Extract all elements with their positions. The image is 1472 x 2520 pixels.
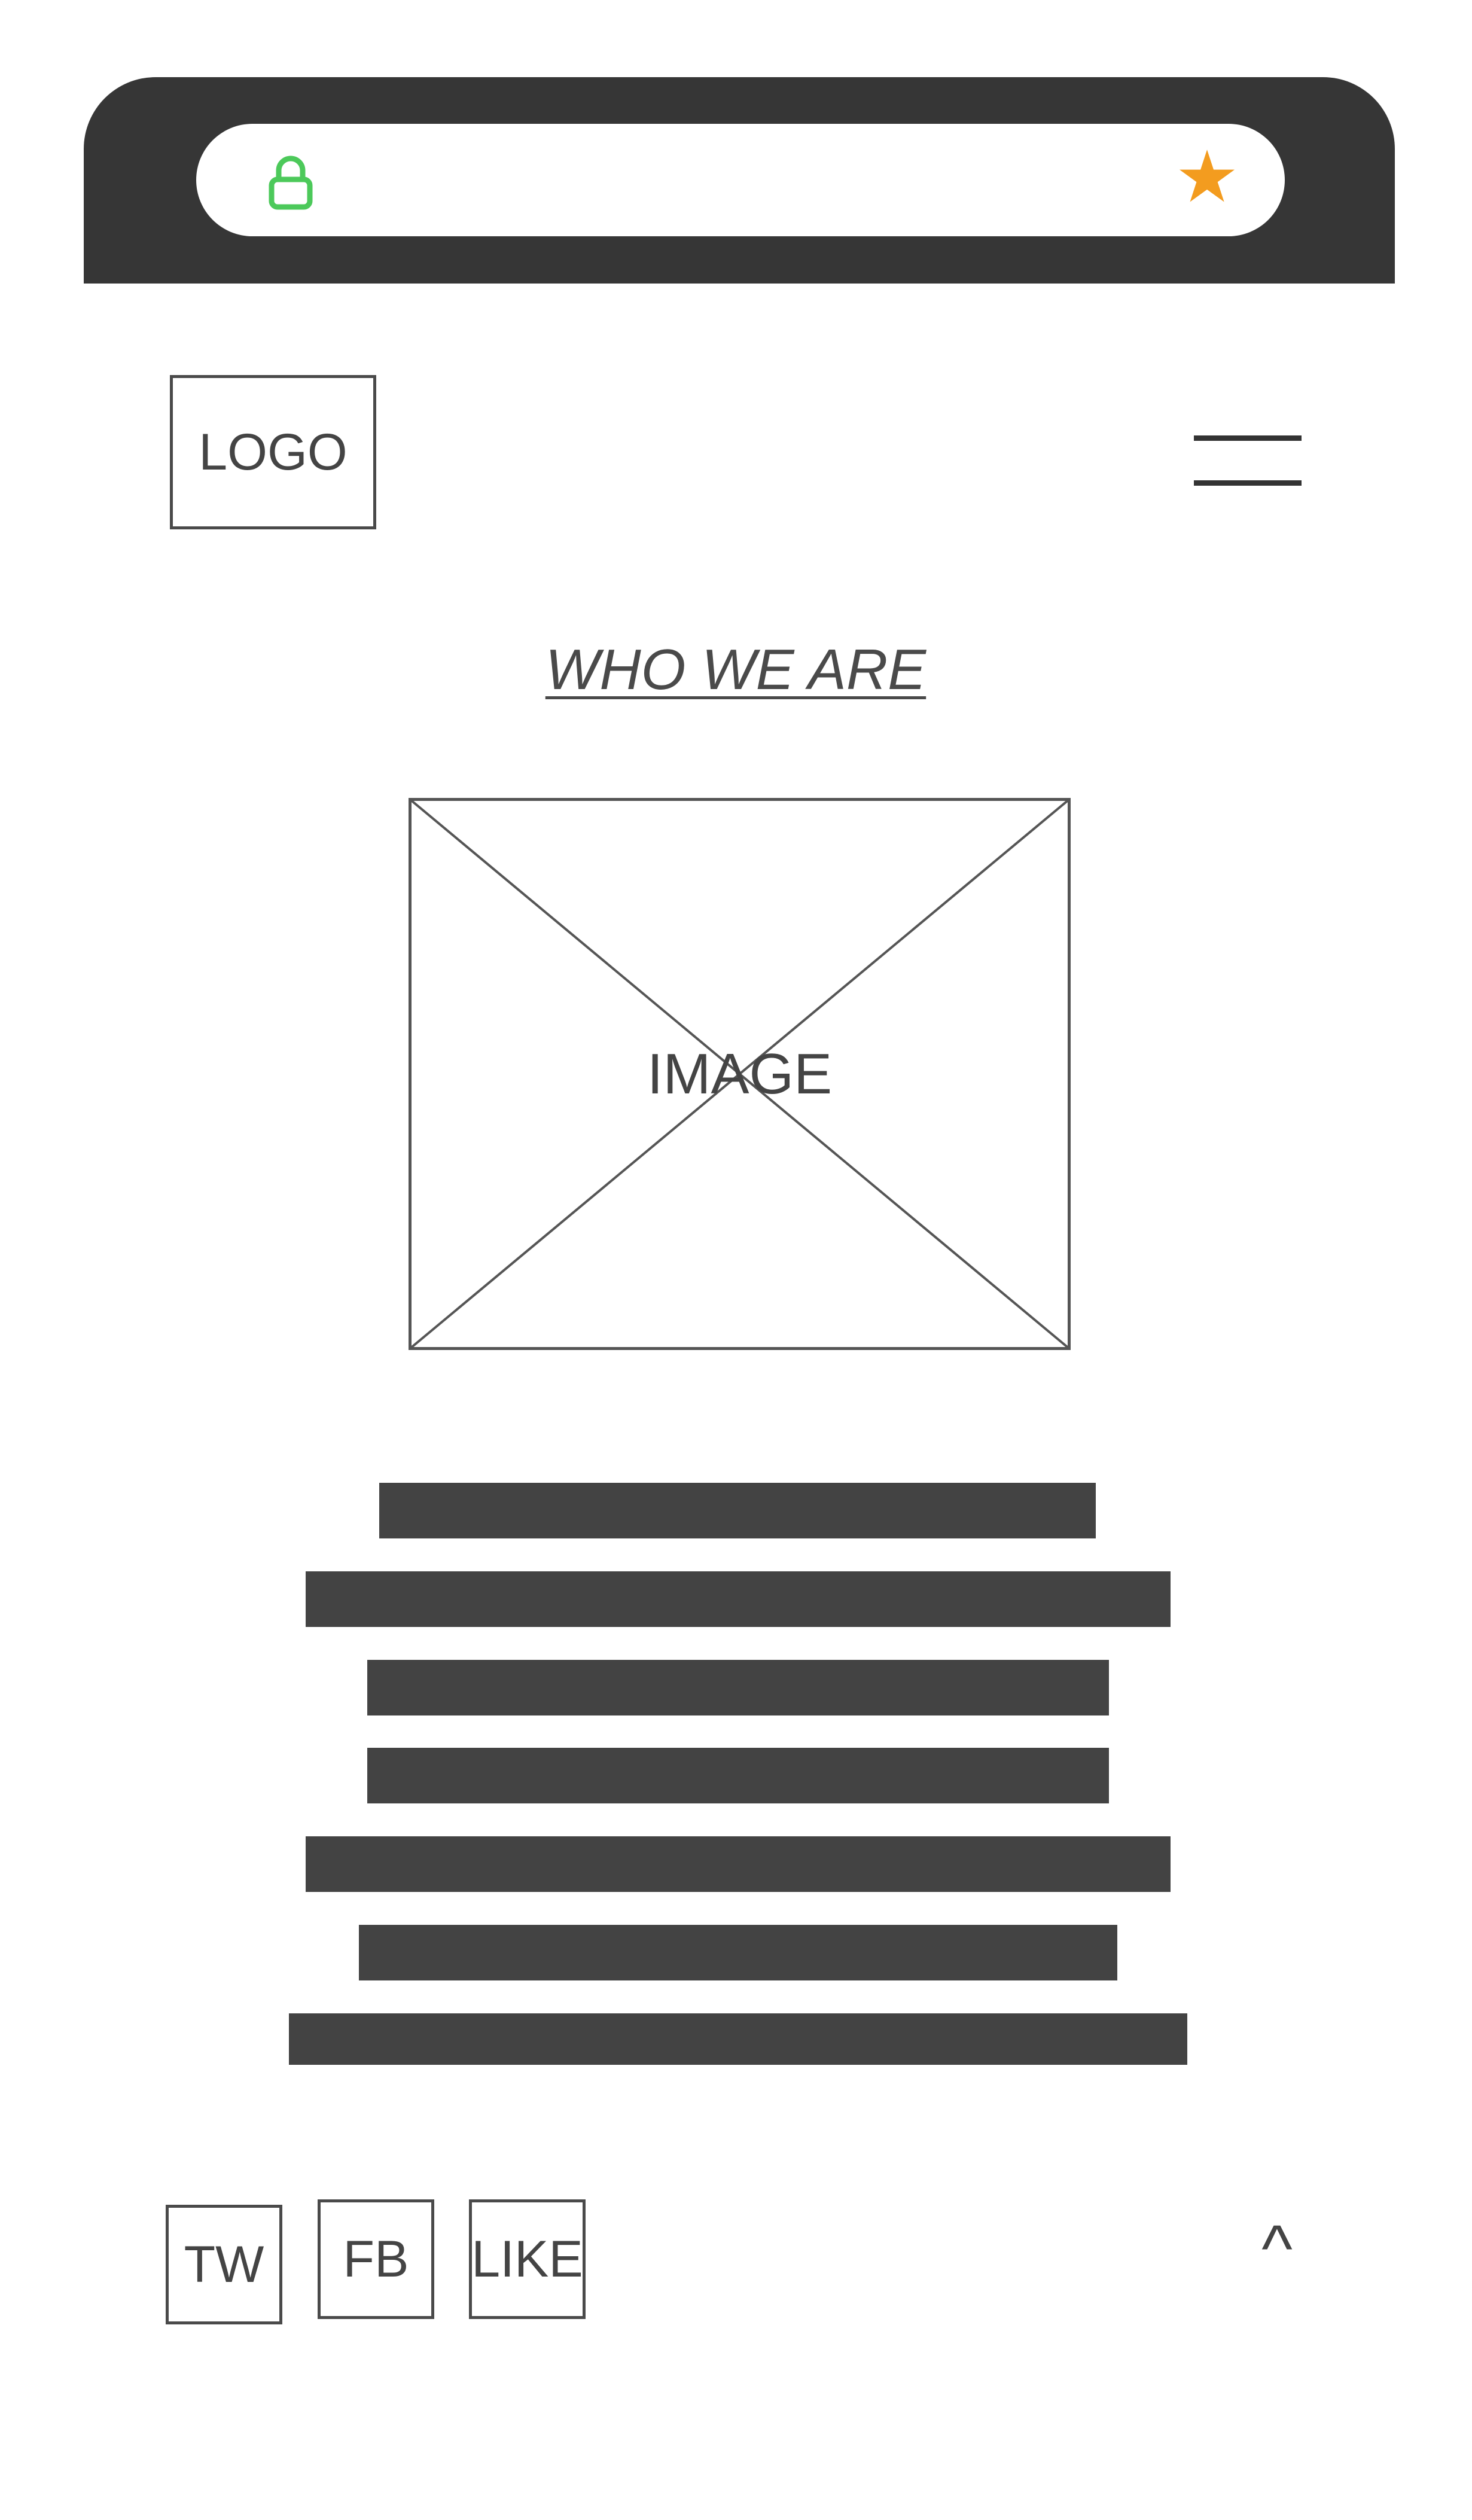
facebook-button[interactable]: FB <box>318 2199 434 2319</box>
twitter-label: TW <box>184 2235 264 2293</box>
address-bar[interactable]: ★ <box>196 124 1285 236</box>
text-line <box>306 1836 1171 1892</box>
like-label: LIKE <box>471 2230 583 2288</box>
text-line <box>379 1483 1096 1538</box>
lock-icon <box>269 156 313 210</box>
text-line <box>289 2013 1187 2065</box>
hamburger-menu-icon[interactable] <box>1194 435 1302 486</box>
browser-chrome: ★ <box>84 77 1395 284</box>
facebook-label: FB <box>343 2230 409 2288</box>
image-label: IMAGE <box>647 1041 833 1106</box>
image-placeholder: IMAGE <box>409 798 1071 1350</box>
page-title[interactable]: WHO WE ARE <box>526 628 945 712</box>
logo-label: LOGO <box>199 423 348 481</box>
text-line <box>367 1660 1109 1715</box>
like-button[interactable]: LIKE <box>469 2199 586 2319</box>
star-icon[interactable]: ★ <box>1171 142 1243 214</box>
twitter-button[interactable]: TW <box>166 2205 282 2324</box>
text-line <box>367 1748 1109 1803</box>
text-line <box>359 1925 1117 1980</box>
back-to-top-button[interactable]: ^ <box>1250 2213 1304 2285</box>
text-line <box>306 1571 1171 1627</box>
logo[interactable]: LOGO <box>170 375 376 529</box>
